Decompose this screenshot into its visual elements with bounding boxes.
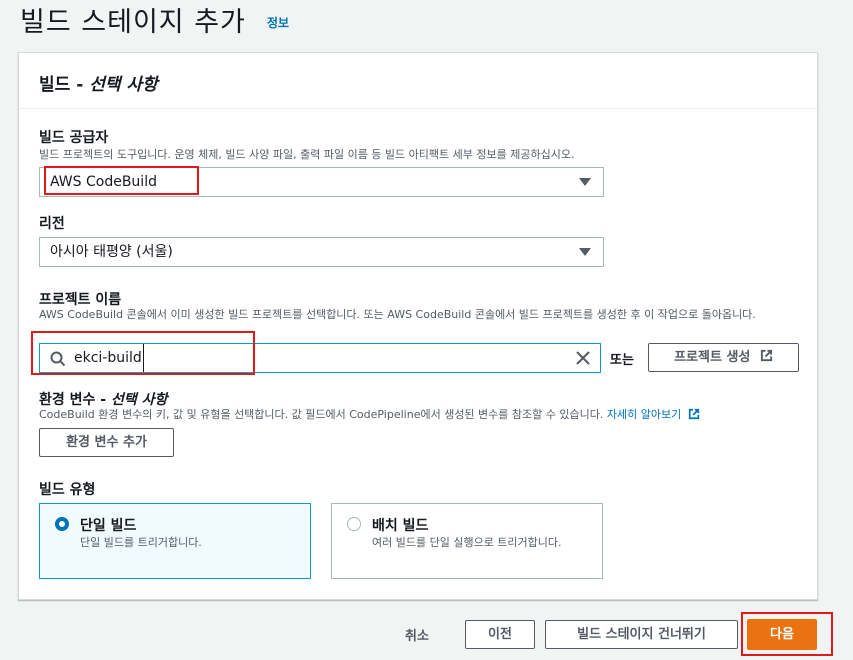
env-label-text: 환경 변수 - (39, 392, 111, 408)
info-link[interactable]: 정보 (267, 14, 289, 31)
create-project-button[interactable]: 프로젝트 생성 (648, 343, 799, 372)
skip-build-stage-button[interactable]: 빌드 스테이지 건너뛰기 (545, 620, 738, 649)
region-select[interactable]: 아시아 태평양 (서울) (39, 237, 604, 267)
or-text: 또는 (610, 353, 634, 368)
env-label-optional: 선택 사항 (110, 392, 168, 408)
single-build-description: 단일 빌드를 트리거합니다. (80, 536, 202, 549)
project-label: 프로젝트 이름 (39, 292, 122, 308)
single-build-title: 단일 빌드 (80, 518, 137, 534)
provider-select-value: AWS CodeBuild (50, 174, 157, 190)
region-select-value: 아시아 태평양 (서울) (50, 244, 173, 260)
project-search-input[interactable]: ekci-build (39, 343, 601, 373)
search-icon (50, 351, 66, 367)
add-env-variable-button[interactable]: 환경 변수 추가 (39, 428, 174, 457)
cancel-button[interactable]: 취소 (405, 625, 429, 644)
region-label: 리전 (39, 216, 65, 232)
project-description: AWS CodeBuild 콘솔에서 이미 생성한 빌드 프로젝트를 선택합니다… (39, 308, 756, 321)
external-link-icon (760, 349, 772, 362)
env-label: 환경 변수 - 선택 사항 (39, 389, 167, 409)
provider-description: 빌드 프로젝트의 도구입니다. 운영 체제, 빌드 사양 파일, 출력 파일 이… (39, 148, 575, 161)
batch-build-description: 여러 빌드를 단일 실행으로 트리거합니다. (372, 536, 562, 549)
page-title: 빌드 스테이지 추가 (20, 7, 246, 38)
card-header: 빌드 - 선택 사항 (19, 53, 817, 109)
next-button[interactable]: 다음 (747, 619, 817, 650)
create-project-label: 프로젝트 생성 (674, 350, 751, 365)
env-description-text: CodeBuild 환경 변수의 키, 값 및 유형을 선택합니다. 값 필드에… (39, 408, 604, 421)
single-build-radio[interactable] (55, 517, 69, 531)
provider-select[interactable]: AWS CodeBuild (39, 167, 604, 197)
clear-icon[interactable] (576, 351, 590, 365)
learn-more-link[interactable]: 자세히 알아보기 (607, 408, 681, 421)
single-build-option[interactable]: 단일 빌드 단일 빌드를 트리거합니다. (39, 503, 311, 579)
provider-label: 빌드 공급자 (39, 130, 109, 146)
env-description: CodeBuild 환경 변수의 키, 값 및 유형을 선택합니다. 값 필드에… (39, 407, 799, 422)
batch-build-title: 배치 빌드 (372, 518, 429, 534)
project-search-value: ekci-build (74, 344, 144, 372)
previous-button[interactable]: 이전 (465, 620, 535, 649)
external-link-icon (688, 408, 699, 420)
batch-build-option[interactable]: 배치 빌드 여러 빌드를 단일 실행으로 트리거합니다. (331, 503, 603, 579)
dropdown-arrow-icon (579, 178, 591, 186)
build-type-label: 빌드 유형 (39, 482, 96, 498)
build-card: 빌드 - 선택 사항 빌드 공급자 빌드 프로젝트의 도구입니다. 운영 체제,… (18, 52, 818, 600)
card-title-text: 빌드 - (39, 75, 90, 95)
batch-build-radio[interactable] (347, 517, 361, 531)
dropdown-arrow-icon (579, 248, 591, 256)
card-title-optional: 선택 사항 (89, 75, 158, 95)
card-title: 빌드 - 선택 사항 (39, 70, 158, 95)
